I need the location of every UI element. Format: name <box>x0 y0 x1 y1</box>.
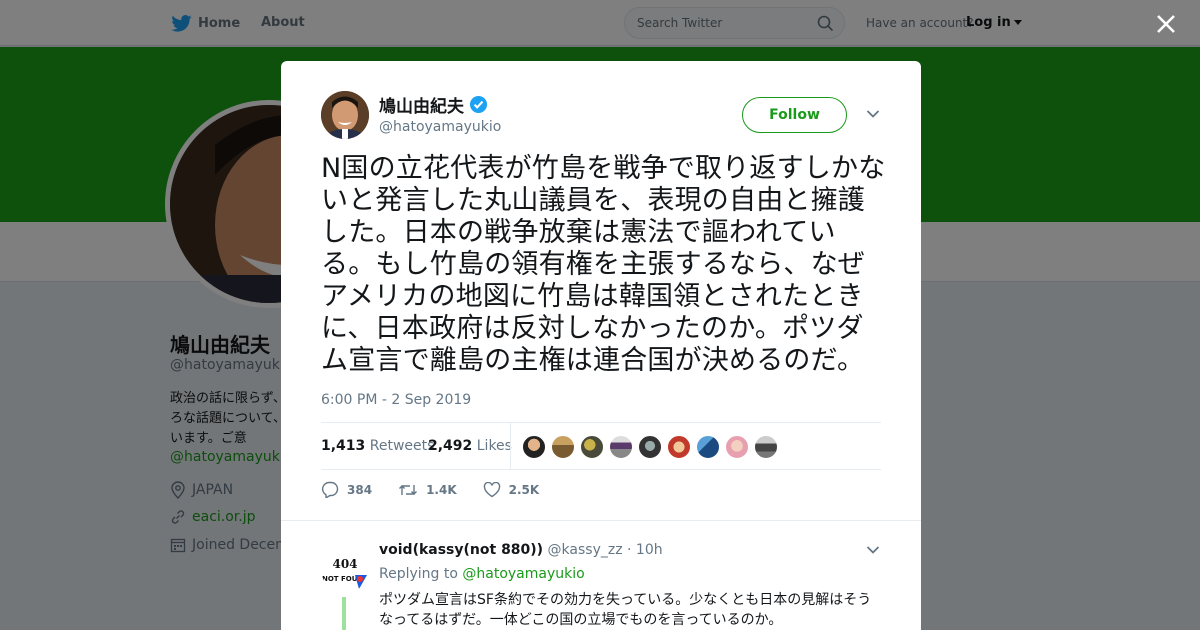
like-action[interactable]: 2.5K <box>483 481 540 498</box>
author-name-text: 鳩山由紀夫 <box>379 97 464 117</box>
tweet-timestamp[interactable]: 6:00 PM - 2 Sep 2019 <box>321 392 471 408</box>
reply-avatar-image: 404 NOT FOU <box>321 545 369 593</box>
tweet-actions: 384 1.4K 2.5K <box>321 481 565 498</box>
retweet-count: 1.4K <box>426 482 457 497</box>
reply-chevron-down-icon[interactable] <box>866 545 880 555</box>
close-icon[interactable] <box>1152 10 1180 38</box>
liker-avatar[interactable] <box>754 435 778 459</box>
author-name[interactable]: 鳩山由紀夫 <box>379 92 488 117</box>
liker-avatar[interactable] <box>667 435 691 459</box>
reply-time[interactable]: · 10h <box>627 542 663 558</box>
author-handle[interactable]: @hatoyamayukio <box>379 119 501 135</box>
like-count: 2.5K <box>508 482 540 497</box>
reply-count: 384 <box>347 482 373 497</box>
likes-count: 2,492 <box>428 438 473 454</box>
liker-avatars <box>522 435 778 459</box>
heart-icon <box>483 481 500 497</box>
retweets-count: 1,413 <box>321 438 366 454</box>
reply-author-avatar[interactable]: 404 NOT FOU <box>321 545 369 593</box>
likes-stat[interactable]: 2,492 Likes <box>428 438 512 454</box>
tweet-text: N国の立花代表が竹島を戦争で取り返すしかないと発言した丸山議員を、表現の自由と擁… <box>321 153 886 376</box>
follow-button[interactable]: Follow <box>742 97 847 133</box>
stats-divider <box>510 423 511 470</box>
liker-avatar[interactable] <box>696 435 720 459</box>
thread-line <box>342 597 346 630</box>
liker-avatar[interactable] <box>551 435 575 459</box>
retweet-action[interactable]: 1.4K <box>398 481 457 498</box>
likes-label: Likes <box>476 438 512 454</box>
chevron-down-icon[interactable] <box>866 109 880 119</box>
liker-avatar[interactable] <box>725 435 749 459</box>
reply-avatar-text-top: 404 <box>332 557 357 571</box>
liker-avatar[interactable] <box>522 435 546 459</box>
reply-text: ポツダム宣言はSF条約でその効力を失っている。少なくとも日本の見解はそうなってる… <box>379 592 872 628</box>
verified-badge-icon <box>469 95 488 114</box>
author-avatar-photo <box>321 91 369 139</box>
liker-avatar[interactable] <box>580 435 604 459</box>
reply-avatar-text-bottom: NOT FOU <box>322 575 358 583</box>
reply-author-handle[interactable]: @kassy_zz <box>548 542 623 558</box>
retweets-stat[interactable]: 1,413 Retweets <box>321 438 434 454</box>
reply-header: void(kassy(not 880)) @kassy_zz · 10h <box>379 542 663 558</box>
retweet-icon <box>399 484 418 495</box>
tweet-modal: 鳩山由紀夫 @hatoyamayukio Follow N国の立花代表が竹島を戦… <box>281 61 921 630</box>
liker-avatar[interactable] <box>638 435 662 459</box>
replying-to-label: Replying to <box>379 566 458 582</box>
replying-to: Replying to @hatoyamayukio <box>379 566 585 582</box>
author-avatar[interactable] <box>321 91 369 139</box>
reply-action[interactable]: 384 <box>321 481 372 498</box>
replying-to-link[interactable]: @hatoyamayukio <box>462 566 584 582</box>
liker-avatar[interactable] <box>609 435 633 459</box>
reply-author-name[interactable]: void(kassy(not 880)) <box>379 542 543 558</box>
tweet-stats: 1,413 Retweets 2,492 Likes <box>321 422 881 470</box>
retweets-label: Retweets <box>369 438 435 454</box>
reply-separator <box>281 520 921 521</box>
reply-icon <box>321 481 339 498</box>
